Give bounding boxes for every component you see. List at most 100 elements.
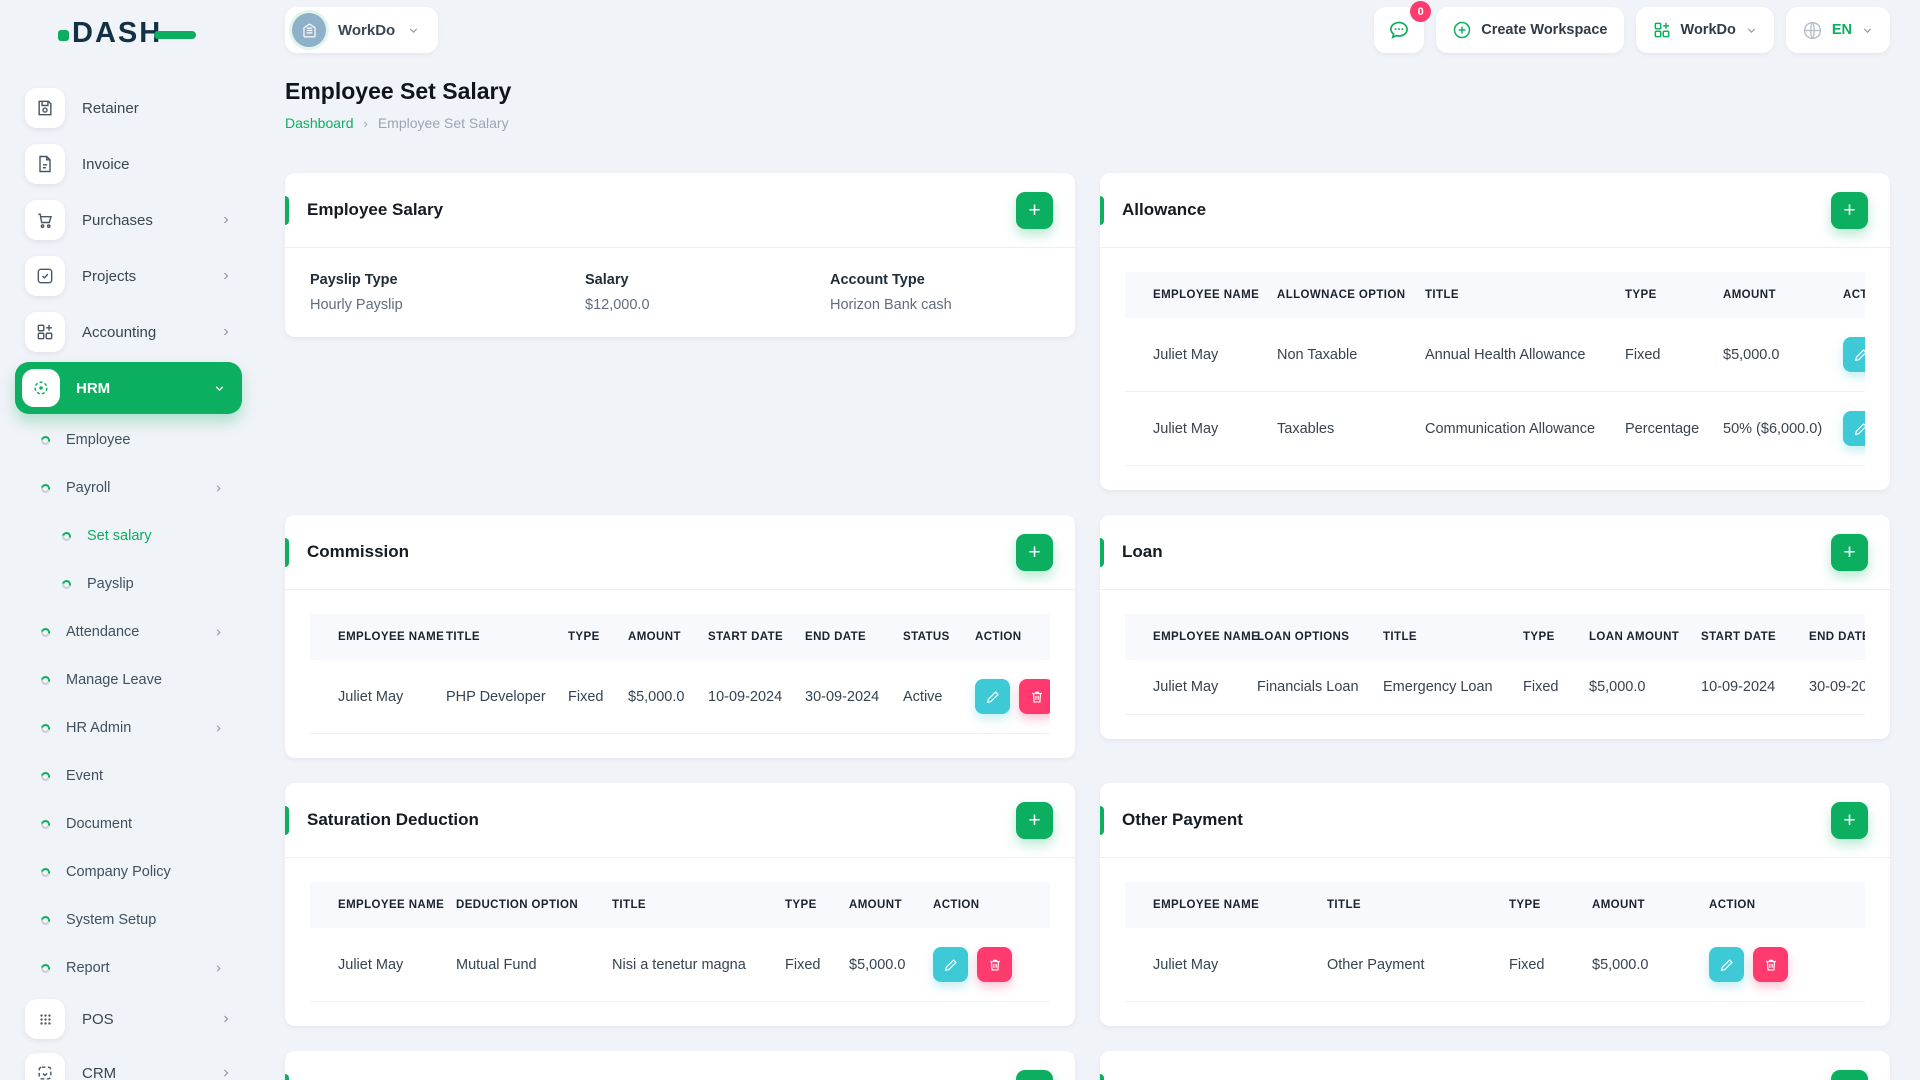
sidebar-item-report[interactable]: Report [0, 944, 258, 992]
edit-button[interactable] [1843, 337, 1865, 372]
column-header: Type [1511, 614, 1577, 660]
bullet-icon [39, 433, 52, 447]
workspace-menu-label: WorkDo [1680, 22, 1736, 38]
table-header-row: Employee Name Title Type Amount Start Da… [310, 614, 1050, 660]
column-header: Type [556, 614, 616, 660]
card-header: Allowance + [1100, 173, 1890, 248]
cell-amount: $5,000.0 [1580, 928, 1697, 1002]
add-company-contribution-button[interactable]: + [1831, 1070, 1868, 1080]
bullet-icon [39, 865, 52, 879]
delete-button[interactable] [1019, 679, 1050, 714]
sidebar-item-label: CRM [82, 1064, 117, 1080]
sidebar-item-employee[interactable]: Employee [0, 416, 258, 464]
cell-option: Taxables [1265, 391, 1413, 466]
sidebar-item-label: Payroll [66, 480, 111, 496]
add-allowance-button[interactable]: + [1831, 192, 1868, 229]
chevron-right-icon [220, 1013, 232, 1025]
cell-amount: $5,000.0 [837, 928, 921, 1002]
add-loan-button[interactable]: + [1831, 534, 1868, 571]
cell-type: Fixed [773, 928, 837, 1002]
column-header: Title [600, 882, 773, 928]
sidebar-item-attendance[interactable]: Attendance [0, 608, 258, 656]
card-header: Commission + [285, 515, 1075, 590]
cell-employee: Juliet May [1125, 928, 1315, 1002]
create-workspace-label: Create Workspace [1481, 22, 1608, 38]
sidebar-item-set-salary[interactable]: Set salary [0, 512, 258, 560]
app-logo[interactable]: DASH [58, 16, 197, 50]
cell-option: Mutual Fund [444, 928, 600, 1002]
sidebar-item-hrm[interactable]: HRM [15, 362, 242, 414]
saturation-deduction-table: Employee Name Deduction Option Title Typ… [310, 882, 1050, 1002]
add-overtime-button[interactable]: + [1016, 1070, 1053, 1080]
cell-amount: $5,000.0 [616, 660, 696, 734]
cell-title: PHP Developer [434, 660, 556, 734]
sidebar-item-hr-admin[interactable]: HR Admin [0, 704, 258, 752]
column-header: Action [1697, 882, 1865, 928]
field-value: Hourly Payslip [310, 297, 403, 313]
add-employee-salary-button[interactable]: + [1016, 192, 1053, 229]
create-workspace-button[interactable]: Create Workspace [1436, 7, 1624, 53]
language-menu-button[interactable]: EN [1785, 7, 1890, 53]
column-header: Employee Name [1125, 272, 1265, 318]
sidebar-item-payroll[interactable]: Payroll [0, 464, 258, 512]
add-commission-button[interactable]: + [1016, 534, 1053, 571]
company-contribution-card: Company Contribution + [1100, 1051, 1890, 1080]
add-other-payment-button[interactable]: + [1831, 802, 1868, 839]
cart-icon [25, 200, 65, 240]
sidebar-item-document[interactable]: Document [0, 800, 258, 848]
chevron-right-icon [220, 270, 232, 282]
card-title: Saturation Deduction [307, 810, 479, 829]
breadcrumb-dashboard-link[interactable]: Dashboard [285, 115, 354, 131]
sidebar-item-retainer[interactable]: Retainer [0, 80, 258, 136]
sidebar-item-accounting[interactable]: Accounting [0, 304, 258, 360]
breadcrumb: Dashboard › Employee Set Salary [285, 115, 1890, 131]
workspace-selector[interactable]: WorkDo [285, 7, 439, 53]
chevron-right-icon [213, 627, 224, 638]
sidebar-item-invoice[interactable]: Invoice [0, 136, 258, 192]
workspace-menu-button[interactable]: WorkDo [1635, 7, 1774, 53]
table-header-row: Employee Name Allownace Option Title Typ… [1125, 272, 1865, 318]
sidebar-item-label: Report [66, 960, 110, 976]
card-title: Employee Salary [307, 200, 444, 219]
sidebar-item-crm[interactable]: CRM [0, 1046, 258, 1080]
saturation-deduction-card: Saturation Deduction + Employee Name Ded… [285, 783, 1075, 1026]
table-row: Juliet May Non Taxable Annual Health All… [1125, 318, 1865, 392]
bullet-icon [39, 961, 52, 975]
chat-icon [1390, 21, 1409, 39]
sidebar-item-label: System Setup [66, 912, 157, 928]
allowance-table: Employee Name Allownace Option Title Typ… [1125, 272, 1865, 466]
sidebar-item-company-policy[interactable]: Company Policy [0, 848, 258, 896]
column-header: Status [891, 614, 963, 660]
sidebar-item-pos[interactable]: POS [0, 992, 258, 1046]
messages-button[interactable]: 0 [1374, 1, 1432, 53]
sidebar-item-manage-leave[interactable]: Manage Leave [0, 656, 258, 704]
cell-type: Fixed [1497, 928, 1580, 1002]
cell-start-date: 10-09-2024 [1689, 660, 1797, 715]
field-label: Account Type [830, 272, 925, 288]
sidebar-item-purchases[interactable]: Purchases [0, 192, 258, 248]
sidebar-item-system-setup[interactable]: System Setup [0, 896, 258, 944]
sidebar-item-label: Accounting [82, 323, 157, 341]
delete-button[interactable] [1753, 947, 1788, 982]
sidebar-item-payslip[interactable]: Payslip [0, 560, 258, 608]
column-header: Employee Name [1125, 614, 1259, 660]
column-header: Employee Name [1125, 882, 1315, 928]
edit-button[interactable] [1709, 947, 1744, 982]
trash-icon [989, 959, 1000, 971]
edit-button[interactable] [933, 947, 968, 982]
edit-button[interactable] [975, 679, 1010, 714]
delete-button[interactable] [977, 947, 1012, 982]
pos-dots-grid-icon [25, 999, 65, 1039]
column-header: Type [1613, 272, 1711, 318]
logo-text: DASH [72, 16, 163, 49]
sidebar-item-label: Projects [82, 267, 137, 285]
add-saturation-deduction-button[interactable]: + [1016, 802, 1053, 839]
edit-button[interactable] [1843, 411, 1865, 446]
allowance-card: Allowance + Employee Name Allownace Opti… [1100, 173, 1890, 490]
cell-employee: Juliet May [310, 928, 444, 1002]
sidebar-item-event[interactable]: Event [0, 752, 258, 800]
chevron-right-icon [213, 723, 224, 734]
chevron-right-icon [220, 214, 232, 226]
card-title: Commission [307, 542, 410, 561]
sidebar-item-projects[interactable]: Projects [0, 248, 258, 304]
